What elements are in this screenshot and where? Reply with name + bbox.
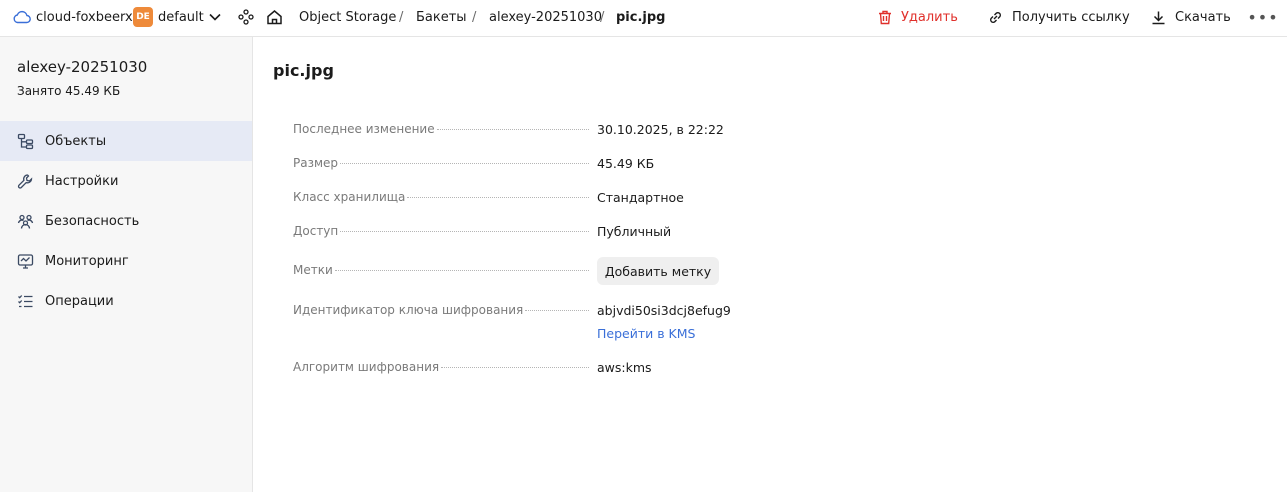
property-label: Размер [293,156,593,170]
bucket-name: alexey-20251030 [17,58,148,76]
sidebar-item-operations[interactable]: Операции [0,281,252,321]
property-label: Класс хранилища [293,190,593,204]
get-link-button[interactable]: Получить ссылку [988,0,1130,34]
property-label: Метки [293,263,593,277]
property-value-encryption-algorithm: aws:kms [597,360,652,375]
trash-icon [879,10,891,24]
add-tag-button[interactable]: Добавить метку [597,257,719,285]
breadcrumb-separator: / [472,9,477,25]
property-label: Идентификатор ключа шифрования [293,303,593,317]
breadcrumb-buckets[interactable]: Бакеты [416,0,467,34]
property-label: Алгоритм шифрования [293,360,593,374]
breadcrumb-object-storage[interactable]: Object Storage [299,0,396,34]
wrench-icon [17,173,33,189]
objects-icon [17,133,34,149]
folder-badge[interactable]: DE [133,7,153,27]
users-icon [17,214,34,229]
cloud-icon[interactable] [12,0,32,34]
services-icon[interactable] [236,0,256,34]
breadcrumb-separator: / [399,9,404,25]
property-value-storage-class: Стандартное [597,190,684,205]
more-button[interactable]: ••• [1247,0,1277,34]
breadcrumb-separator: / [600,9,605,25]
sidebar: alexey-20251030 Занято 45.49 КБ Объекты … [0,37,253,492]
property-value-encryption-key: abjvdi50si3dcj8efug9 [597,303,731,318]
property-value-modified: 30.10.2025, в 22:22 [597,122,724,137]
get-link-label: Получить ссылку [1012,9,1130,25]
sidebar-item-label: Безопасность [45,213,140,229]
top-bar: cloud-foxbeerx DE default Object Storage… [0,0,1287,37]
list-icon [18,294,33,307]
sidebar-item-security[interactable]: Безопасность [0,201,252,241]
property-label: Доступ [293,224,593,238]
monitor-icon [17,253,34,269]
download-button[interactable]: Скачать [1151,0,1231,34]
sidebar-item-label: Объекты [45,133,107,149]
sidebar-item-label: Настройки [45,173,119,189]
breadcrumb-current: pic.jpg [616,9,666,25]
property-value-size: 45.49 КБ [597,156,655,171]
sidebar-item-settings[interactable]: Настройки [0,161,252,201]
sidebar-item-label: Операции [45,293,114,309]
cloud-name[interactable]: cloud-foxbeerx [36,0,133,34]
breadcrumb-bucket[interactable]: alexey-20251030 [489,0,602,34]
chevron-down-icon[interactable] [206,0,224,34]
folder-name[interactable]: default [158,0,204,34]
delete-label: Удалить [901,9,958,25]
page-title: pic.jpg [273,61,334,80]
sidebar-item-label: Мониторинг [45,253,129,269]
download-label: Скачать [1175,9,1231,25]
link-icon [990,11,1001,23]
go-to-kms-link[interactable]: Перейти в KMS [597,326,695,341]
property-value-access: Публичный [597,224,672,239]
home-icon[interactable] [264,0,284,34]
bucket-usage: Занято 45.49 КБ [17,84,121,98]
sidebar-item-objects[interactable]: Объекты [0,121,252,161]
delete-button[interactable]: Удалить [878,0,958,34]
property-label: Последнее изменение [293,122,593,136]
sidebar-item-monitoring[interactable]: Мониторинг [0,241,252,281]
download-icon [1152,11,1165,24]
